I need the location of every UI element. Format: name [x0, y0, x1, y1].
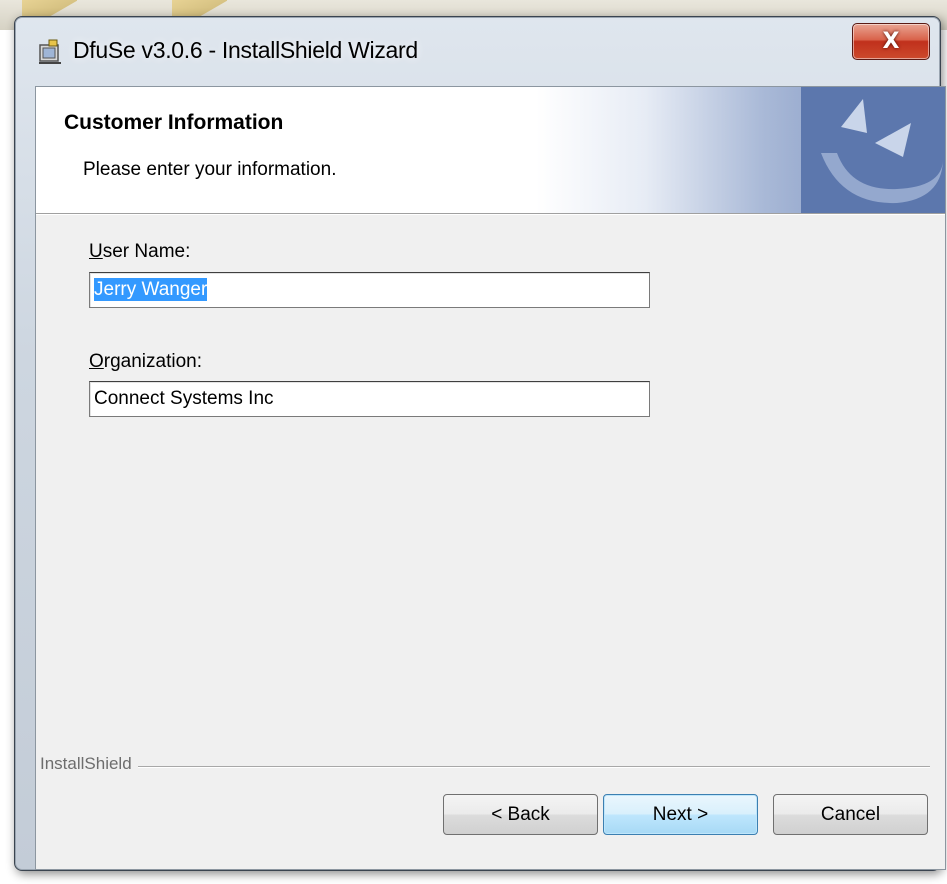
- installer-window: DfuSe v3.0.6 - InstallShield Wizard X Cu…: [14, 16, 946, 871]
- page-title: Customer Information: [64, 111, 284, 134]
- footer-divider: [40, 766, 930, 768]
- user-name-value: Jerry Wanger: [94, 278, 208, 301]
- organization-value: Connect Systems Inc: [94, 388, 274, 409]
- organization-input[interactable]: Connect Systems Inc: [89, 381, 650, 417]
- back-button[interactable]: < Back: [443, 794, 598, 835]
- user-name-label: User Name:: [89, 241, 191, 262]
- banner-divider: [36, 214, 945, 215]
- wizard-client-area: Customer Information Please enter your i…: [35, 86, 946, 870]
- close-icon: X: [882, 29, 900, 54]
- installer-icon: [39, 39, 61, 64]
- page-subtitle: Please enter your information.: [83, 159, 337, 180]
- title-bar[interactable]: DfuSe v3.0.6 - InstallShield Wizard X: [15, 17, 940, 87]
- wizard-banner: Customer Information Please enter your i…: [36, 87, 945, 214]
- organization-label: Organization:: [89, 351, 203, 372]
- installshield-logo-icon: [801, 87, 945, 213]
- installshield-brand: InstallShield: [40, 754, 138, 774]
- cancel-button[interactable]: Cancel: [773, 794, 928, 835]
- window-title: DfuSe v3.0.6 - InstallShield Wizard: [73, 37, 418, 63]
- user-name-input[interactable]: Jerry Wanger: [89, 272, 650, 308]
- close-button[interactable]: X: [852, 23, 930, 60]
- next-button[interactable]: Next >: [603, 794, 758, 835]
